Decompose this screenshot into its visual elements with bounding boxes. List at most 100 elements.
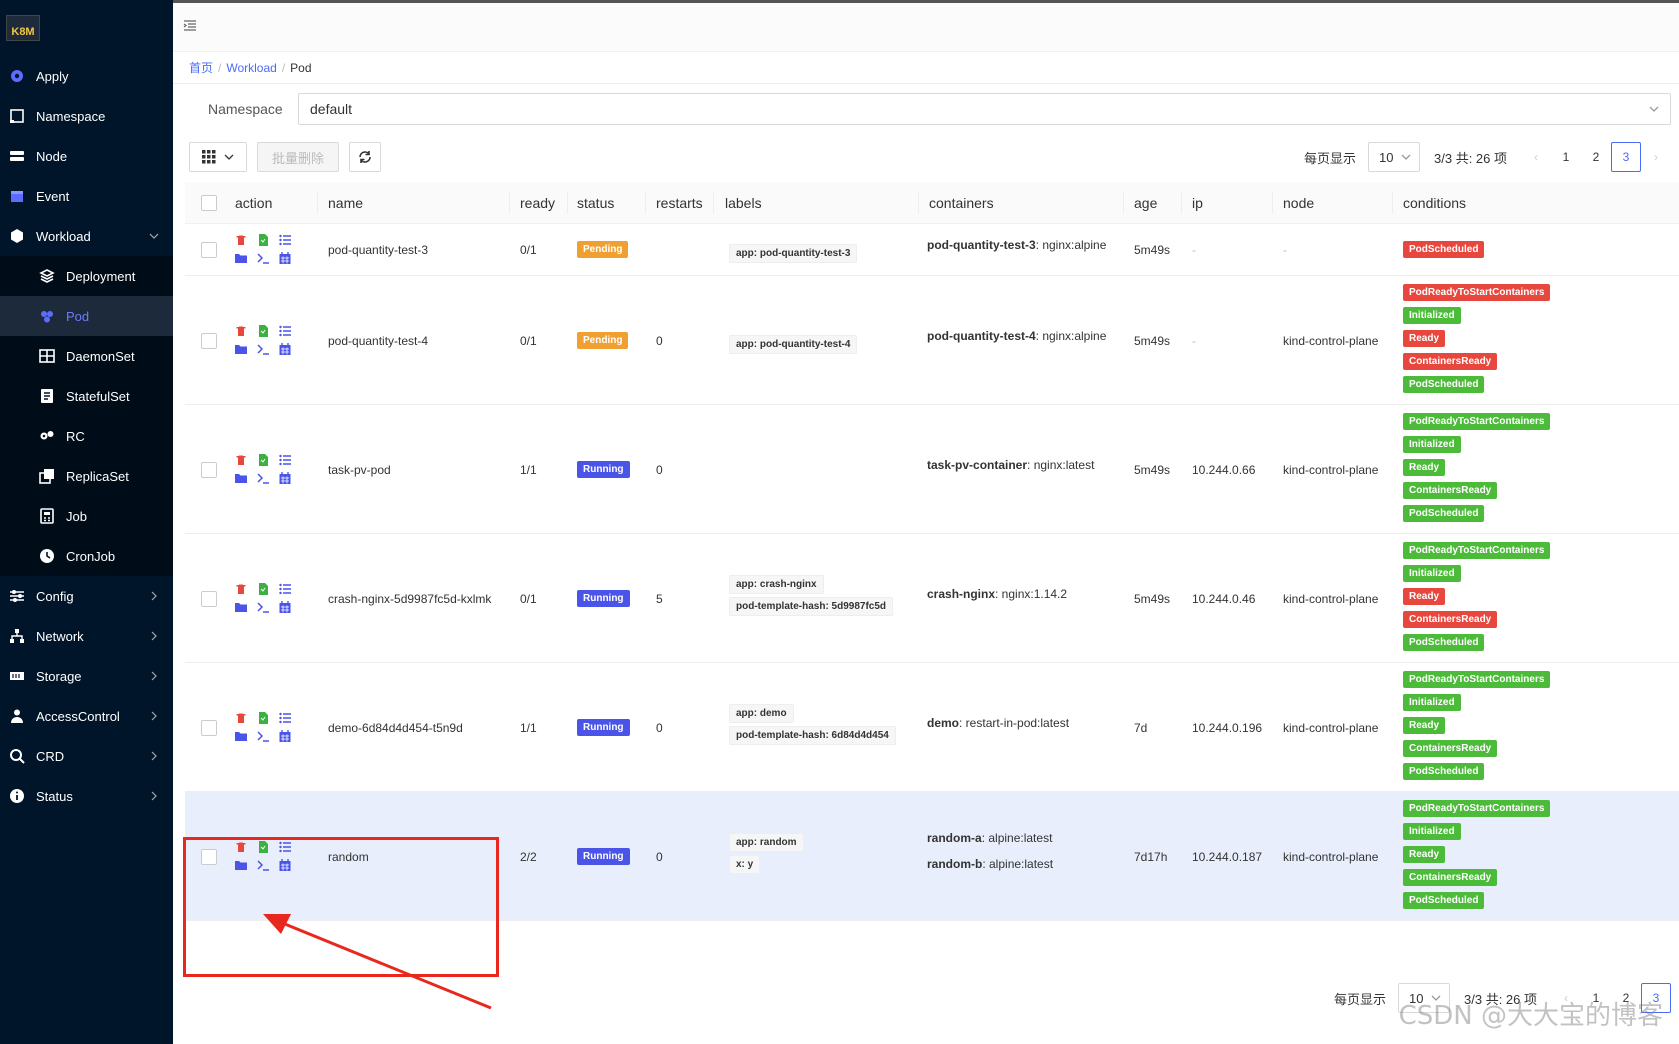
page-3-button[interactable]: 3 [1611, 142, 1641, 172]
yaml-file-icon[interactable] [257, 711, 269, 724]
delete-icon[interactable] [235, 325, 247, 337]
list-icon[interactable] [279, 234, 291, 246]
sidebar-item-deployment[interactable]: Deployment [0, 256, 173, 296]
yaml-file-icon[interactable] [257, 582, 269, 595]
namespace-select[interactable]: default [298, 93, 1671, 125]
yaml-file-icon[interactable] [257, 840, 269, 853]
sidebar-item-pod[interactable]: Pod [0, 296, 173, 336]
list-icon[interactable] [279, 325, 291, 337]
container-image: : nginx:alpine [1035, 328, 1107, 343]
yaml-file-icon[interactable] [257, 234, 269, 246]
statefulset-icon [38, 387, 56, 405]
table-row[interactable]: pod-quantity-test-3 0/1 Pending app: pod-qu… [185, 224, 1679, 276]
table-row[interactable]: demo-6d84d4d454-t5n9d 1/1 Running 0 app: dem… [185, 663, 1679, 792]
folder-icon[interactable] [235, 601, 247, 613]
sidebar-item-config[interactable]: Config [0, 576, 173, 616]
folder-icon[interactable] [235, 343, 247, 355]
delete-icon[interactable] [235, 583, 247, 595]
calendar-icon[interactable] [279, 729, 291, 742]
sidebar-item-job[interactable]: Job [0, 496, 173, 536]
table-row[interactable]: random 2/2 Running 0 app: random x: y random-a… [185, 792, 1679, 921]
page-size-select[interactable]: 10 [1368, 142, 1421, 172]
terminal-icon[interactable] [257, 472, 269, 484]
sidebar-item-event[interactable]: Event [0, 176, 173, 216]
list-icon[interactable] [279, 841, 291, 853]
pod-restarts: 0 [656, 720, 663, 735]
table-row[interactable]: pod-quantity-test-4 0/1 Pending 0 app: pod-q… [185, 276, 1679, 405]
row-checkbox[interactable] [201, 332, 217, 349]
calendar-icon[interactable] [279, 252, 291, 264]
delete-icon[interactable] [235, 234, 247, 246]
list-icon[interactable] [279, 712, 291, 724]
pod-label: app: demo [729, 703, 794, 723]
table-row[interactable]: crash-nginx-5d9987fc5d-kxlmk 0/1 Running 5 a… [185, 534, 1679, 663]
status-badge: Pending [577, 241, 629, 258]
calendar-icon[interactable] [279, 471, 291, 484]
breadcrumb-workload[interactable]: Workload [226, 61, 276, 75]
sidebar-item-network[interactable]: Network [0, 616, 173, 656]
sidebar-item-storage[interactable]: Storage [0, 656, 173, 696]
sidebar-item-namespace[interactable]: Namespace [0, 96, 173, 136]
pod-icon [38, 307, 56, 325]
next-page-button[interactable]: › [1641, 142, 1671, 172]
logo[interactable]: K8M [0, 0, 173, 56]
delete-icon[interactable] [235, 841, 247, 853]
page-1-button[interactable]: 1 [1551, 142, 1581, 172]
row-actions [235, 582, 299, 615]
sidebar-item-accesscontrol[interactable]: AccessControl [0, 696, 173, 736]
sidebar-item-daemonset[interactable]: DaemonSet [0, 336, 173, 376]
column-header-ip: ip [1192, 195, 1203, 211]
sidebar-item-cronjob[interactable]: CronJob [0, 536, 173, 576]
refresh-button[interactable] [349, 142, 381, 172]
sidebar-item-node[interactable]: Node [0, 136, 173, 176]
prev-page-button[interactable]: ‹ [1521, 142, 1551, 172]
delete-icon[interactable] [235, 712, 247, 724]
select-all-checkbox[interactable] [201, 195, 217, 211]
row-checkbox[interactable] [201, 590, 217, 607]
sidebar-item-rc[interactable]: RC [0, 416, 173, 456]
terminal-icon[interactable] [257, 601, 269, 613]
row-checkbox[interactable] [201, 719, 217, 736]
terminal-icon[interactable] [257, 252, 269, 264]
sidebar-item-crd[interactable]: CRD [0, 736, 173, 776]
row-checkbox[interactable] [201, 242, 217, 258]
pod-ip: - [1192, 243, 1196, 257]
sidebar-item-workload[interactable]: Workload [0, 216, 173, 256]
calendar-icon[interactable] [279, 342, 291, 355]
list-icon[interactable] [279, 583, 291, 595]
container-image: : nginx:1.14.2 [995, 586, 1068, 601]
page-2-button[interactable]: 2 [1581, 142, 1611, 172]
condition-tag: Ready [1403, 846, 1446, 863]
row-checkbox[interactable] [201, 461, 217, 478]
folder-icon[interactable] [235, 252, 247, 264]
chevron-down-icon [1401, 154, 1411, 160]
menu-fold-icon[interactable] [183, 19, 197, 36]
breadcrumb-home[interactable]: 首页 [189, 59, 213, 76]
column-toggle-button[interactable] [189, 142, 247, 172]
yaml-file-icon[interactable] [257, 324, 269, 337]
batch-delete-button[interactable]: 批量删除 [257, 142, 339, 172]
folder-icon[interactable] [235, 730, 247, 742]
table-row[interactable]: task-pv-pod 1/1 Running 0 task-pv-container:… [185, 405, 1679, 534]
sidebar-item-status[interactable]: Status [0, 776, 173, 816]
list-icon[interactable] [279, 454, 291, 466]
deployment-icon [38, 267, 56, 285]
sidebar-item-replicaset[interactable]: ReplicaSet [0, 456, 173, 496]
sidebar-item-apply[interactable]: Apply [0, 56, 173, 96]
calendar-icon[interactable] [279, 600, 291, 613]
folder-icon[interactable] [235, 472, 247, 484]
chevron-down-icon [224, 154, 234, 160]
folder-icon[interactable] [235, 859, 247, 871]
terminal-icon[interactable] [257, 343, 269, 355]
pod-label: x: y [729, 854, 761, 874]
yaml-file-icon[interactable] [257, 453, 269, 466]
calendar-icon[interactable] [279, 858, 291, 871]
row-checkbox[interactable] [201, 848, 217, 865]
sidebar-item-statefulset[interactable]: StatefulSet [0, 376, 173, 416]
sidebar-item-label: Config [36, 588, 74, 604]
terminal-icon[interactable] [257, 730, 269, 742]
terminal-icon[interactable] [257, 859, 269, 871]
delete-icon[interactable] [235, 454, 247, 466]
chevron-right-icon [151, 671, 157, 681]
row-actions [235, 453, 299, 486]
